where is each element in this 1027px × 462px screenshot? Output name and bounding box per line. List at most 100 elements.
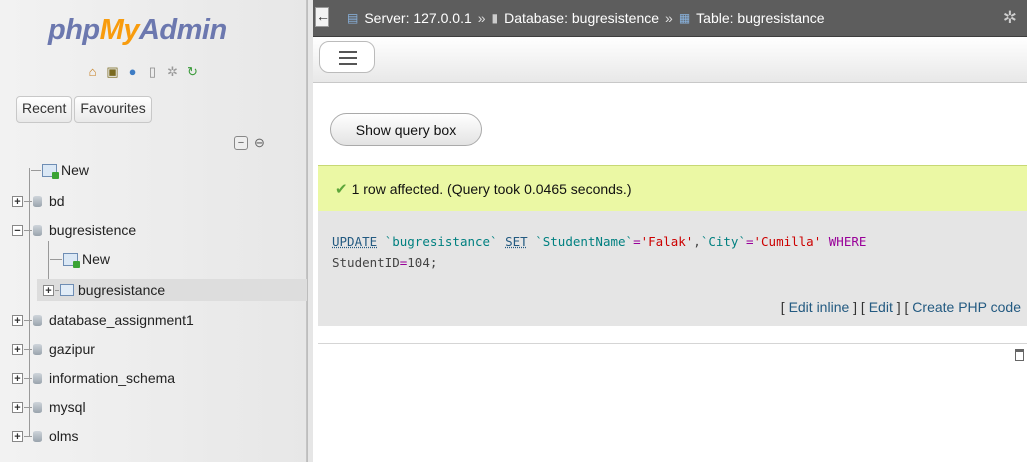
- tree-item-label: mysql: [49, 399, 86, 415]
- expand-icon[interactable]: +: [12, 401, 23, 413]
- sql-punct: ,: [693, 234, 701, 249]
- nav-icon-row: ⌂ ▣ ● ▯ ✲ ↻: [84, 63, 201, 81]
- logo-admin: Admin: [138, 14, 227, 46]
- tree-item-label: olms: [49, 428, 79, 444]
- tree-connector: [24, 348, 32, 350]
- tree-connector: [24, 377, 32, 379]
- table-icon: [60, 284, 74, 296]
- tree-connector: [50, 258, 62, 260]
- expand-icon[interactable]: +: [12, 430, 23, 442]
- new-table-icon: [63, 252, 80, 268]
- sql-string: 'Falak': [640, 234, 694, 249]
- tree-item-label: gazipur: [49, 341, 95, 357]
- tree-item-new-table[interactable]: New: [49, 247, 110, 271]
- menu-bar: [313, 37, 1027, 83]
- tree-item-label: New: [61, 162, 90, 178]
- tab-favourites[interactable]: Favourites: [74, 96, 152, 123]
- hamburger-line: [339, 51, 357, 53]
- sql-column: `City`: [700, 234, 746, 249]
- tree-item-information-schema[interactable]: + information_schema: [12, 366, 175, 390]
- tree-connector: [24, 319, 32, 321]
- breadcrumb-database[interactable]: Database: bugresistence: [504, 10, 659, 26]
- sql-string: 'Cumilla': [753, 234, 822, 249]
- query-action-links: [ Edit inline ] [ Edit ] [ Create PHP co…: [780, 299, 1021, 315]
- sql-query-box: UPDATE `bugresistance` SET `StudentName`…: [318, 211, 1027, 326]
- tree-item-gazipur[interactable]: + gazipur: [12, 337, 95, 361]
- database-icon: [33, 195, 42, 207]
- help-icon[interactable]: ●: [124, 63, 141, 80]
- expand-icon[interactable]: +: [12, 314, 23, 326]
- database-icon: [33, 401, 42, 413]
- sql-line-1: UPDATE `bugresistance` SET `StudentName`…: [332, 231, 866, 252]
- tree-connector: [31, 169, 41, 171]
- collapse-icon[interactable]: −: [12, 224, 23, 236]
- collapse-sidebar-button[interactable]: ←: [315, 7, 330, 27]
- link-with-main-icon[interactable]: ⊖: [254, 135, 265, 151]
- tree-connector: [24, 406, 32, 408]
- sql-column: StudentID: [332, 255, 400, 270]
- server-icon: ▤: [347, 11, 359, 25]
- tree-connector: [24, 229, 32, 231]
- logo-php: php: [48, 14, 100, 46]
- breadcrumb-server[interactable]: Server: 127.0.0.1: [364, 10, 471, 26]
- settings-gear-icon[interactable]: ✲: [1003, 8, 1017, 28]
- tree-item-database-assignment1[interactable]: + database_assignment1: [12, 308, 194, 332]
- success-message: ✔ 1 row affected. (Query took 0.0465 sec…: [318, 165, 1027, 211]
- sql-keyword-set[interactable]: SET: [505, 234, 528, 249]
- edit-link[interactable]: Edit: [869, 299, 893, 315]
- console-icon[interactable]: [1015, 349, 1024, 361]
- tab-recent[interactable]: Recent: [16, 96, 73, 123]
- hamburger-line: [339, 63, 357, 65]
- tree-item-bd[interactable]: + bd: [12, 189, 65, 213]
- tree-item-olms[interactable]: + olms: [12, 424, 79, 448]
- breadcrumb-table[interactable]: Table: bugresistance: [696, 10, 824, 26]
- database-icon: [33, 224, 42, 236]
- sql-column: `StudentName`: [535, 234, 634, 249]
- menu-hamburger-button[interactable]: [319, 41, 375, 73]
- tree-item-label: bugresistence: [49, 222, 137, 238]
- breadcrumb-separator: »: [477, 10, 486, 26]
- tree-item-label: database_assignment1: [49, 312, 194, 328]
- tree-item-label: bugresistance: [78, 282, 166, 298]
- database-icon: [33, 314, 42, 326]
- expand-icon[interactable]: +: [12, 372, 23, 384]
- docs-icon[interactable]: ▯: [144, 63, 161, 80]
- expand-icon[interactable]: +: [12, 343, 23, 355]
- tree-item-bugresistance-table[interactable]: + bugresistance: [43, 278, 165, 302]
- tree-connector: [24, 200, 32, 202]
- sql-operator: =: [745, 234, 754, 249]
- tree-item-mysql[interactable]: + mysql: [12, 395, 86, 419]
- tree-item-label: bd: [49, 193, 65, 209]
- checkmark-icon: ✔: [335, 180, 348, 198]
- home-icon[interactable]: ⌂: [84, 63, 101, 80]
- section-divider: [318, 343, 1027, 344]
- database-icon: [33, 430, 42, 442]
- collapse-all-icon[interactable]: −: [234, 136, 248, 150]
- database-icon: [33, 372, 42, 384]
- sql-number: 104: [407, 255, 430, 270]
- sql-operator: =: [633, 234, 641, 249]
- success-text: 1 row affected. (Query took 0.0465 secon…: [351, 180, 632, 197]
- exit-icon[interactable]: ▣: [104, 63, 121, 80]
- database-icon: [33, 343, 42, 355]
- expand-icon[interactable]: +: [12, 195, 23, 207]
- sql-table-name: `bugresistance`: [384, 234, 498, 249]
- show-query-box-button[interactable]: Show query box: [330, 113, 482, 146]
- tree-controls: − ⊖: [234, 135, 265, 151]
- reload-icon[interactable]: ↻: [184, 63, 201, 80]
- tree-item-label: information_schema: [49, 370, 176, 386]
- sql-keyword-where: WHERE: [828, 234, 867, 249]
- create-php-code-link[interactable]: Create PHP code: [912, 299, 1021, 315]
- sql-keyword-update[interactable]: UPDATE: [332, 234, 377, 249]
- logo-my: My: [99, 14, 140, 46]
- edit-inline-link[interactable]: Edit inline: [789, 299, 850, 315]
- breadcrumb-separator: »: [665, 10, 673, 26]
- phpmyadmin-logo[interactable]: phpMyAdmin: [48, 14, 227, 47]
- tree-item-label: New: [82, 251, 111, 267]
- tree-item-bugresistence[interactable]: − bugresistence: [12, 218, 136, 242]
- tree-item-new[interactable]: New: [30, 158, 89, 182]
- hamburger-line: [339, 57, 357, 59]
- settings-icon[interactable]: ✲: [164, 63, 181, 80]
- expand-icon[interactable]: +: [43, 284, 54, 296]
- database-icon: ▮: [491, 11, 499, 25]
